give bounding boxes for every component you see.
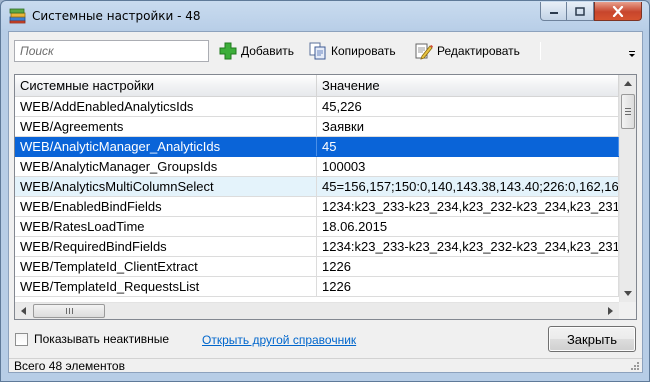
setting-name-cell[interactable]: WEB/EnabledBindFields — [15, 197, 317, 216]
title-bar[interactable]: Системные настройки - 48 — [1, 1, 649, 31]
close-icon — [612, 5, 624, 17]
setting-name-cell[interactable]: WEB/AnalyticManager_AnalyticIds — [15, 137, 317, 156]
scrollbar-corner — [619, 302, 636, 319]
show-inactive-checkbox[interactable]: Показывать неактивные — [15, 332, 169, 346]
setting-value-cell[interactable]: 1234:k23_233-k23_234,k23_232-k23_234,k23… — [317, 197, 619, 216]
table-row[interactable]: WEB/TemplateId_ClientExtract 1226 — [15, 257, 619, 277]
add-button-label: Добавить — [241, 44, 295, 58]
window-close-button[interactable] — [594, 2, 642, 21]
minimize-icon — [549, 12, 558, 14]
maximize-icon — [575, 6, 585, 16]
chevron-up-icon — [624, 81, 632, 86]
table-row[interactable]: WEB/RequiredBindFields 1234:k23_233-k23_2… — [15, 237, 619, 257]
scroll-left-button[interactable] — [15, 303, 32, 319]
setting-name-cell[interactable]: WEB/TemplateId_RequestsList — [15, 277, 317, 296]
grid-rows: WEB/AddEnabledAnalyticsIds 45,226 WEB/Agre… — [15, 97, 619, 297]
toolbar-separator — [540, 42, 541, 60]
scroll-right-button[interactable] — [602, 303, 619, 319]
grid-header: Системные настройки Значение — [15, 75, 619, 97]
status-bar: Всего 48 элементов — [9, 358, 642, 373]
scroll-up-button[interactable] — [620, 75, 636, 92]
copy-button[interactable]: Копировать — [308, 40, 396, 62]
setting-name-cell[interactable]: WEB/Agreements — [15, 117, 317, 136]
horizontal-scrollbar[interactable] — [15, 302, 619, 319]
resize-grip-icon[interactable] — [629, 360, 640, 371]
setting-value-cell[interactable]: 1234:k23_233-k23_234,k23_232-k23_234,k23… — [317, 237, 619, 256]
table-row[interactable]: WEB/TemplateId_RequestsList 1226 — [15, 277, 619, 297]
setting-value-cell[interactable]: 1226 — [317, 277, 619, 296]
setting-value-cell[interactable]: 45,226 — [317, 97, 619, 116]
open-other-reference-link[interactable]: Открыть другой справочник — [202, 333, 356, 347]
settings-grid[interactable]: Системные настройки Значение WEB/AddEnab… — [14, 74, 637, 320]
setting-name-cell[interactable]: WEB/AddEnabledAnalyticsIds — [15, 97, 317, 116]
setting-value-cell[interactable]: 45=156,157;150:0,140,143.38,143.40;226:0… — [317, 177, 619, 196]
bottom-bar: Показывать неактивные Открыть другой спр… — [9, 324, 642, 356]
minimize-button[interactable] — [540, 2, 567, 21]
table-row[interactable]: WEB/RatesLoadTime 18.06.2015 — [15, 217, 619, 237]
vertical-scroll-thumb[interactable] — [621, 94, 635, 129]
edit-button[interactable]: Редактировать — [414, 40, 520, 62]
setting-name-cell[interactable]: WEB/TemplateId_ClientExtract — [15, 257, 317, 276]
show-inactive-label[interactable]: Показывать неактивные — [34, 332, 169, 346]
table-row[interactable]: WEB/AnalyticsMultiColumnSelect 45=156,157… — [15, 177, 619, 197]
setting-value-cell[interactable]: 1226 — [317, 257, 619, 276]
copy-icon — [309, 42, 326, 60]
edit-icon — [415, 43, 433, 60]
setting-value-cell[interactable]: 18.06.2015 — [317, 217, 619, 236]
settings-window: Системные настройки - 48 Добавить — [0, 0, 650, 382]
setting-value-cell[interactable]: Заявки — [317, 117, 619, 136]
client-area: Добавить Копировать Редактировать — [8, 31, 643, 373]
column-header-value[interactable]: Значение — [317, 75, 619, 97]
plus-icon — [219, 42, 237, 60]
chevron-right-icon — [608, 307, 613, 315]
edit-button-label: Редактировать — [437, 44, 520, 58]
setting-name-cell[interactable]: WEB/AnalyticsMultiColumnSelect — [15, 177, 317, 196]
toolbar-overflow-icon[interactable] — [628, 50, 636, 58]
horizontal-scroll-thumb[interactable] — [33, 304, 105, 318]
chevron-left-icon — [21, 307, 26, 315]
table-row[interactable]: WEB/Agreements Заявки — [15, 117, 619, 137]
copy-button-label: Копировать — [331, 44, 396, 58]
setting-name-cell[interactable]: WEB/RequiredBindFields — [15, 237, 317, 256]
scroll-down-button[interactable] — [620, 285, 636, 302]
setting-value-cell[interactable]: 100003 — [317, 157, 619, 176]
chevron-down-icon — [624, 291, 632, 296]
table-row[interactable]: WEB/AddEnabledAnalyticsIds 45,226 — [15, 97, 619, 117]
checkbox-box[interactable] — [15, 332, 28, 346]
table-row[interactable]: WEB/AnalyticManager_AnalyticIds 45 — [15, 137, 619, 157]
setting-value-cell[interactable]: 45 — [317, 137, 619, 156]
window-title: Системные настройки - 48 — [32, 9, 201, 23]
maximize-button[interactable] — [567, 2, 594, 21]
column-header-name[interactable]: Системные настройки — [15, 75, 317, 97]
search-input[interactable] — [14, 40, 209, 62]
setting-name-cell[interactable]: WEB/RatesLoadTime — [15, 217, 317, 236]
vertical-scrollbar[interactable] — [619, 75, 636, 302]
setting-name-cell[interactable]: WEB/AnalyticManager_GroupsIds — [15, 157, 317, 176]
table-row[interactable]: WEB/AnalyticManager_GroupsIds 100003 — [15, 157, 619, 177]
books-icon — [9, 8, 26, 24]
status-text: Всего 48 элементов — [14, 359, 125, 373]
table-row[interactable]: WEB/EnabledBindFields 1234:k23_233-k23_23… — [15, 197, 619, 217]
toolbar: Добавить Копировать Редактировать — [9, 32, 642, 68]
add-button[interactable]: Добавить — [218, 40, 294, 62]
close-button[interactable]: Закрыть — [548, 326, 636, 352]
